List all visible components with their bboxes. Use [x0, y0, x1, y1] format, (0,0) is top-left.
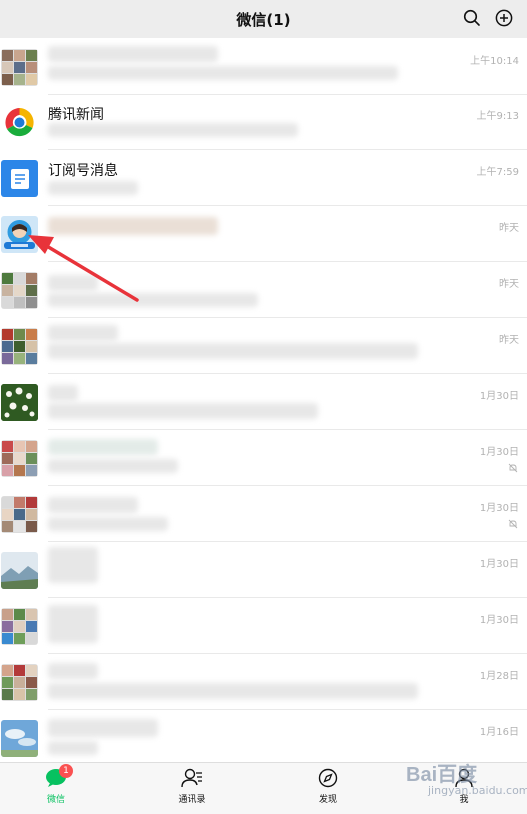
tencent-news-avatar	[1, 104, 38, 141]
blurred-preview	[48, 459, 178, 473]
chat-row[interactable]: 昨天	[0, 319, 527, 374]
blurred-name	[48, 439, 158, 455]
blurred-preview	[48, 123, 298, 137]
group-avatar	[1, 49, 38, 86]
blurred-name	[48, 663, 98, 679]
group-avatar	[1, 328, 38, 365]
chat-time: 1月30日	[479, 615, 519, 626]
unread-badge: 1	[59, 764, 73, 778]
chat-row[interactable]: 上午10:14	[0, 40, 527, 95]
blurred-name	[48, 547, 98, 583]
chat-time: 1月30日	[479, 503, 519, 514]
chat-name: 订阅号消息	[48, 163, 118, 179]
chat-row[interactable]: 1月28日	[0, 655, 527, 710]
landscape-avatar	[1, 552, 38, 589]
profile-photo-icon	[4, 220, 35, 249]
chat-row[interactable]: 1月30日	[0, 543, 527, 598]
chat-row[interactable]: 1月30日	[0, 375, 527, 430]
plus-circle-icon	[495, 9, 513, 27]
chat-row[interactable]: 1月16日	[0, 711, 527, 762]
group-avatar	[1, 664, 38, 701]
group-avatar	[1, 272, 38, 309]
chat-row[interactable]: 昨天	[0, 207, 527, 262]
search-button[interactable]	[462, 8, 482, 28]
chat-time: 昨天	[499, 223, 519, 234]
blurred-preview	[48, 343, 418, 359]
mute-bell-icon	[508, 519, 518, 529]
chat-row[interactable]: 1月30日	[0, 599, 527, 654]
mute-bell-icon	[508, 463, 518, 473]
contacts-icon	[181, 768, 202, 788]
tab-label: 通讯录	[178, 795, 206, 805]
chat-time: 昨天	[499, 279, 519, 290]
tab-contacts[interactable]: 通讯录	[162, 767, 222, 811]
chat-time: 1月30日	[479, 559, 519, 570]
tab-chats[interactable]: 1 微信	[26, 764, 86, 811]
blurred-preview	[48, 517, 168, 531]
search-icon	[463, 9, 480, 26]
chat-time: 1月30日	[479, 391, 519, 402]
page-title: 微信(1)	[236, 10, 291, 29]
blurred-name	[48, 605, 98, 643]
subscription-avatar	[1, 160, 38, 197]
top-bar: 微信(1)	[0, 0, 527, 38]
chat-row[interactable]: 订阅号消息 上午7:59	[0, 151, 527, 206]
group-avatar	[1, 496, 38, 533]
group-avatar	[1, 440, 38, 477]
blurred-preview	[48, 181, 138, 195]
blurred-preview	[48, 741, 98, 755]
sky-avatar	[1, 720, 38, 757]
landscape-photo-icon	[1, 552, 38, 589]
tab-label: 发现	[318, 795, 337, 805]
compass-icon	[318, 768, 338, 788]
tencent-news-logo	[5, 108, 34, 137]
subscription-icon	[10, 168, 29, 189]
sky-photo-icon	[1, 720, 38, 757]
blurred-preview	[48, 683, 418, 699]
blurred-name	[48, 217, 218, 235]
chat-time: 1月30日	[479, 447, 519, 458]
chat-row[interactable]: 腾讯新闻 上午9:13	[0, 95, 527, 150]
baidu-watermark: Bai百度 jingyan.baidu.com	[402, 758, 527, 802]
chat-time: 上午10:14	[470, 56, 519, 67]
blurred-name	[48, 275, 98, 291]
chat-time: 上午7:59	[476, 167, 519, 178]
group-avatar	[1, 608, 38, 645]
chat-time: 1月28日	[479, 671, 519, 682]
profile-avatar	[1, 216, 38, 253]
tab-discover[interactable]: 发现	[298, 767, 358, 811]
blurred-preview	[48, 293, 258, 307]
chat-name: 腾讯新闻	[48, 107, 104, 123]
blurred-preview	[48, 66, 398, 80]
blurred-name	[48, 46, 218, 62]
add-button[interactable]	[494, 8, 514, 28]
blurred-name	[48, 719, 158, 737]
chat-time: 昨天	[499, 335, 519, 346]
blurred-name	[48, 497, 138, 513]
watermark-brand: Bai百度	[406, 764, 478, 786]
chat-list[interactable]: 上午10:14 腾讯新闻 上午9:13 订阅号消息 上午7:59 昨天 昨天 昨…	[0, 38, 527, 762]
tab-label: 微信	[46, 795, 65, 805]
flowers-avatar	[1, 384, 38, 421]
chat-time: 上午9:13	[476, 111, 519, 122]
watermark-sub: jingyan.baidu.com	[428, 784, 527, 797]
flowers-photo-icon	[1, 384, 38, 421]
chat-time: 1月16日	[479, 727, 519, 738]
chat-row[interactable]: 1月30日	[0, 431, 527, 486]
blurred-preview	[48, 403, 318, 419]
chat-row[interactable]: 昨天	[0, 263, 527, 318]
blurred-name	[48, 385, 78, 401]
blurred-name	[48, 325, 118, 341]
chat-row[interactable]: 1月30日	[0, 487, 527, 542]
